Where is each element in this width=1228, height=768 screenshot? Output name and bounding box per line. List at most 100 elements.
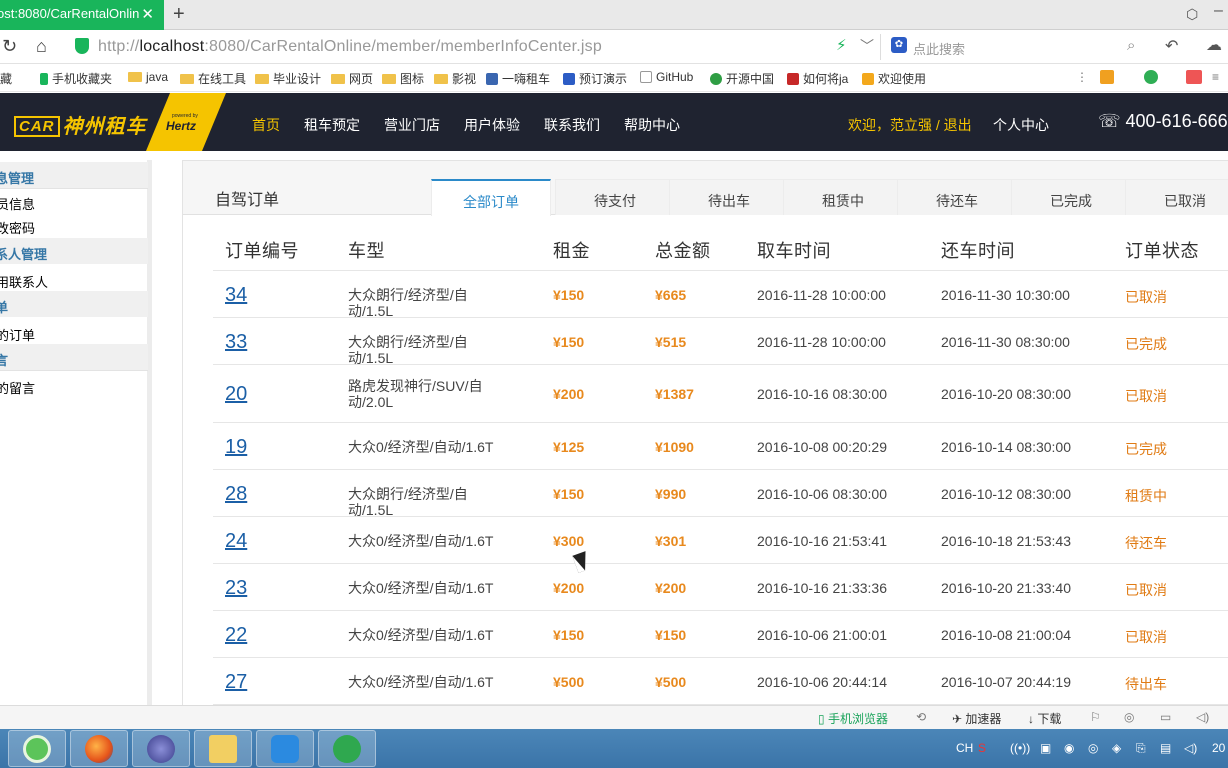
url-field[interactable]: http://localhost:8080/CarRentalOnline/me… xyxy=(98,38,602,56)
bookmark-item[interactable]: GitHub xyxy=(640,70,693,84)
search-box[interactable]: ✿ 点此搜索 ⌕ xyxy=(880,34,1150,60)
order-tabs-bar: 自驾订单 全部订单 待支付 待出车 租赁中 待还车 已完成 已取消 xyxy=(183,161,1228,216)
bookmark-folder[interactable]: 影视 xyxy=(434,70,476,87)
order-id-link[interactable]: 24 xyxy=(225,530,247,553)
search-icon[interactable]: ⌕ xyxy=(1127,37,1135,54)
bookmark-item[interactable]: 开源中国 xyxy=(710,70,774,87)
tab-all-orders[interactable]: 全部订单 xyxy=(431,179,551,216)
download-button[interactable]: ↓ 下载 xyxy=(1028,710,1061,727)
tab-completed[interactable]: 已完成 xyxy=(1011,179,1131,215)
close-tab-icon[interactable]: ✕ xyxy=(141,5,154,23)
cloud-icon[interactable]: ☁ xyxy=(1206,35,1222,55)
order-id-link[interactable]: 19 xyxy=(225,436,247,459)
taskbar-app[interactable] xyxy=(256,730,314,767)
extension-icon[interactable] xyxy=(1144,70,1162,85)
bookmark-label: 藏 xyxy=(0,72,13,86)
divider xyxy=(0,188,148,189)
bookmark-folder[interactable]: 毕业设计 xyxy=(255,70,321,87)
rent-amount: ¥500 xyxy=(553,674,585,690)
bookmark-folder[interactable]: 在线工具 xyxy=(180,70,246,87)
tab-pending-payment[interactable]: 待支付 xyxy=(555,179,675,215)
order-id-link[interactable]: 27 xyxy=(225,671,247,694)
welcome-logout-link[interactable]: 欢迎，范立强 / 退出 xyxy=(848,115,972,135)
undo-icon[interactable]: ↶ xyxy=(1165,36,1178,56)
sidebar-item-member-info[interactable]: 员信息 xyxy=(0,194,35,213)
flag-icon[interactable]: ⚐ xyxy=(1090,710,1101,724)
bookmark-folder[interactable]: 图标 xyxy=(382,70,424,87)
window-icon[interactable]: ▭ xyxy=(1160,710,1171,724)
sidebar-item-change-password[interactable]: 改密码 xyxy=(0,218,35,237)
qq-icon[interactable]: ◉ xyxy=(1064,741,1074,755)
browser-tab[interactable]: ost:8080/CarRentalOnlin ✕ xyxy=(0,0,164,30)
order-id-link[interactable]: 20 xyxy=(225,383,247,406)
tab-renting[interactable]: 租赁中 xyxy=(783,179,903,215)
mobile-browser-button[interactable]: ▯ 手机浏览器 xyxy=(818,710,888,727)
sidebar-item-contacts[interactable]: 用联系人 xyxy=(0,272,48,291)
url-path: :8080/CarRentalOnline/member/memberInfoC… xyxy=(204,38,602,55)
order-id-link[interactable]: 34 xyxy=(225,284,247,307)
bookmark-folder[interactable]: java xyxy=(128,70,168,84)
sidebar-item-my-orders[interactable]: 的订单 xyxy=(0,325,35,344)
speed-mode-icon[interactable]: ⚡ xyxy=(836,36,847,54)
tray-app-icon[interactable]: ◈ xyxy=(1112,741,1121,755)
taskbar-app[interactable] xyxy=(194,730,252,767)
order-id-link[interactable]: 22 xyxy=(225,624,247,647)
rent-amount: ¥200 xyxy=(553,386,585,402)
car-model: 大众0/经济型/自动/1.6T xyxy=(348,533,494,549)
tab-pending-pickup[interactable]: 待出车 xyxy=(669,179,789,215)
bookmark-item[interactable]: 如何将ja xyxy=(787,70,848,87)
taskbar-app[interactable] xyxy=(318,730,376,767)
volume-icon[interactable]: ◁) xyxy=(1184,741,1197,755)
chevron-down-icon[interactable]: ﹀ xyxy=(860,36,874,56)
sogou-icon[interactable]: S xyxy=(978,741,986,755)
tab-cancelled[interactable]: 已取消 xyxy=(1125,179,1228,215)
ie-icon[interactable]: ◎ xyxy=(1124,710,1134,724)
bookmark-item[interactable]: 一嗨租车 xyxy=(486,70,550,87)
bookmark-folder[interactable]: 网页 xyxy=(331,70,373,87)
folder-icon xyxy=(128,72,142,82)
ime-indicator[interactable]: CH xyxy=(956,741,973,755)
usb-icon[interactable]: ⎘ xyxy=(1136,741,1146,756)
bookmark-label: 如何将ja xyxy=(803,72,849,86)
bookmark-item[interactable]: 预订演示 xyxy=(563,70,627,87)
reload-icon[interactable]: ↻ xyxy=(2,36,17,57)
accelerator-button[interactable]: ✈ 加速器 xyxy=(952,710,1001,727)
adblock-icon[interactable] xyxy=(1186,70,1206,85)
refresh-status-icon[interactable]: ⟲ xyxy=(916,710,926,724)
new-tab-button[interactable]: + xyxy=(173,3,185,26)
taskbar-app[interactable] xyxy=(132,730,190,767)
bookmark-label: 开源中国 xyxy=(726,72,775,86)
more-bookmarks-icon[interactable]: ⋮ xyxy=(1076,70,1088,84)
nav-home[interactable]: 首页 xyxy=(252,115,280,135)
menu-icon[interactable]: ≡ xyxy=(1212,70,1219,84)
sidebar-section-title: 言 xyxy=(0,344,148,370)
order-id-link[interactable]: 33 xyxy=(225,331,247,354)
bookmarks-bar: 藏 手机收藏夹 java 在线工具 毕业设计 网页 图标 影视 一嗨租车 预订演… xyxy=(0,64,1228,92)
taskbar-app[interactable] xyxy=(70,730,128,767)
restore-window-icon[interactable]: ⬡ xyxy=(1186,6,1198,23)
nav-stores[interactable]: 营业门店 xyxy=(384,115,440,135)
nav-user-experience[interactable]: 用户体验 xyxy=(464,115,520,135)
nav-help[interactable]: 帮助中心 xyxy=(624,115,680,135)
order-id-link[interactable]: 28 xyxy=(225,483,247,506)
nav-contact[interactable]: 联系我们 xyxy=(544,115,600,135)
bookmark-item[interactable]: 藏 xyxy=(0,70,12,87)
wifi-icon[interactable]: ((•)) xyxy=(1010,741,1030,755)
tab-pending-return[interactable]: 待还车 xyxy=(897,179,1017,215)
network-icon[interactable]: ▤ xyxy=(1160,741,1171,755)
total-amount: ¥200 xyxy=(655,580,687,596)
personal-center-link[interactable]: 个人中心 xyxy=(993,115,1049,135)
column-header: 车型 xyxy=(348,241,385,261)
tray-app-icon[interactable]: ▣ xyxy=(1040,741,1051,755)
taskbar-app[interactable] xyxy=(8,730,66,767)
bookmark-item[interactable]: 欢迎使用 xyxy=(862,70,926,87)
apps-grid-icon[interactable] xyxy=(1100,70,1118,85)
bookmark-item[interactable]: 手机收藏夹 xyxy=(40,70,112,87)
minimize-window-icon[interactable]: – xyxy=(1214,2,1223,20)
speaker-icon[interactable]: ◁) xyxy=(1196,710,1209,724)
order-id-link[interactable]: 23 xyxy=(225,577,247,600)
home-icon[interactable]: ⌂ xyxy=(36,36,47,57)
nav-rental-booking[interactable]: 租车预定 xyxy=(304,115,360,135)
sidebar-item-my-messages[interactable]: 的留言 xyxy=(0,378,35,397)
tray-app-icon[interactable]: ◎ xyxy=(1088,741,1098,755)
